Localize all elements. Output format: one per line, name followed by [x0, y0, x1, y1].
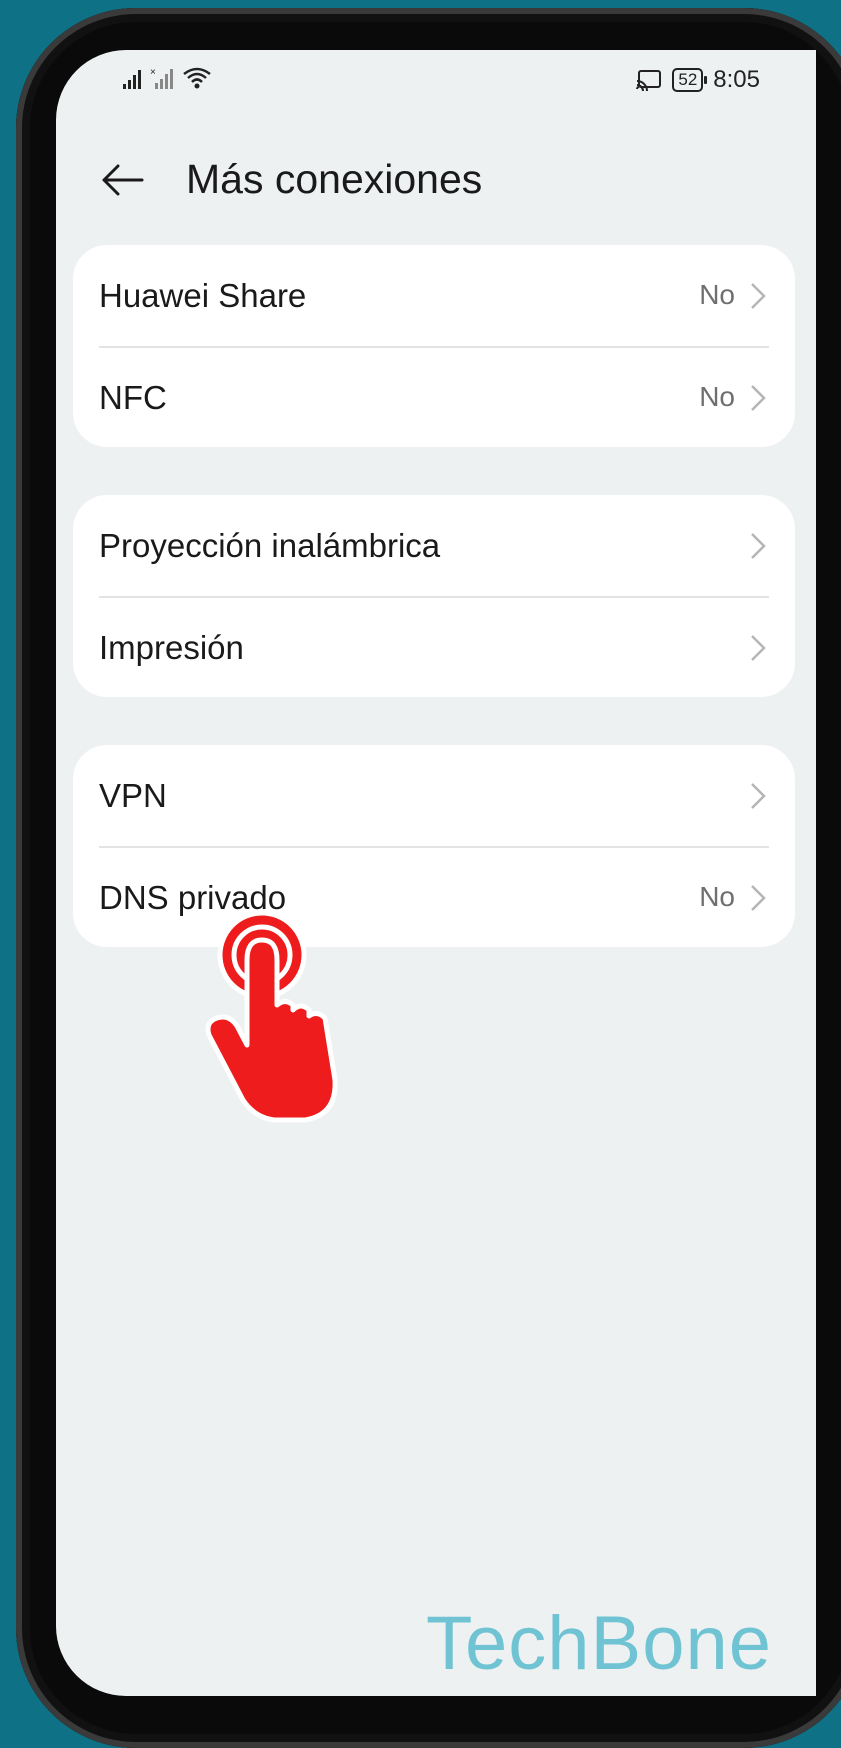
- settings-group-3: VPN DNS privado No: [73, 745, 795, 947]
- row-nfc[interactable]: NFC No: [73, 347, 795, 451]
- row-huawei-share[interactable]: Huawei Share No: [73, 245, 795, 349]
- row-label: Impresión: [99, 629, 244, 666]
- row-label: VPN: [99, 777, 167, 814]
- chevron-right-icon: [751, 885, 766, 911]
- svg-text:×: ×: [150, 67, 156, 78]
- status-time: 8:05: [713, 66, 760, 93]
- row-impresion[interactable]: Impresión: [73, 597, 795, 701]
- chevron-right-icon: [751, 283, 766, 309]
- settings-group-1: Huawei Share No NFC No: [73, 245, 795, 447]
- tap-hand-icon: [205, 910, 338, 1123]
- row-value: No: [699, 381, 735, 412]
- header: Más conexiones: [56, 140, 816, 220]
- row-value: No: [699, 279, 735, 310]
- signal-icon: [123, 70, 141, 89]
- battery-icon: 52: [672, 68, 708, 92]
- settings-group-2: Proyección inalámbrica Impresión: [73, 495, 795, 697]
- screen: × 52 8:05 Más conexiones Huawei Share No…: [56, 50, 816, 1696]
- arrow-left-icon[interactable]: [98, 156, 146, 204]
- wifi-icon: [183, 67, 211, 89]
- row-label: NFC: [99, 379, 167, 416]
- chevron-right-icon: [751, 783, 766, 809]
- status-right: 52 8:05: [636, 66, 760, 94]
- chevron-right-icon: [751, 635, 766, 661]
- watermark: TechBone: [426, 1601, 773, 1686]
- status-left: ×: [122, 66, 212, 90]
- page-title: Más conexiones: [186, 156, 483, 202]
- row-label: Huawei Share: [99, 277, 307, 314]
- row-vpn[interactable]: VPN: [73, 745, 795, 849]
- status-bar: × 52 8:05: [56, 50, 816, 110]
- row-proyeccion-inalambrica[interactable]: Proyección inalámbrica: [73, 495, 795, 599]
- cast-icon: [636, 70, 662, 91]
- row-label: Proyección inalámbrica: [99, 527, 441, 564]
- chevron-right-icon: [751, 385, 766, 411]
- signal-x-icon: ×: [150, 67, 173, 89]
- row-dns-privado[interactable]: DNS privado No: [73, 847, 795, 951]
- row-value: No: [699, 881, 735, 912]
- chevron-right-icon: [751, 533, 766, 559]
